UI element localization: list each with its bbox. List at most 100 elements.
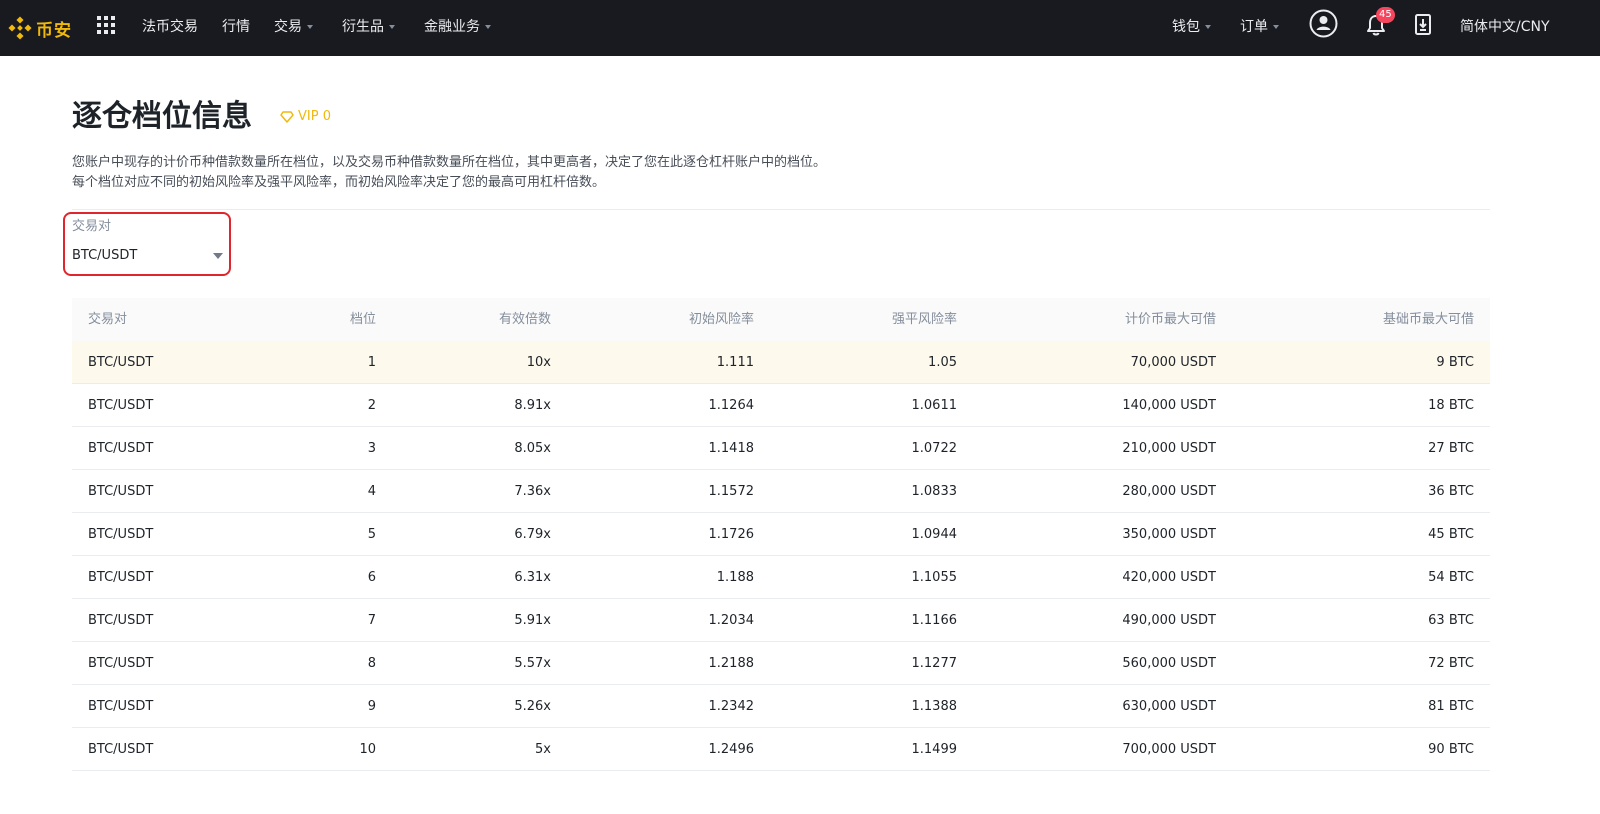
- cell-base-max-borrow: 45 BTC: [1428, 527, 1474, 542]
- cell-base-max-borrow: 72 BTC: [1428, 656, 1474, 671]
- cell-leverage: 5x: [535, 742, 551, 757]
- cell-initial-risk: 1.2496: [708, 742, 755, 757]
- trading-pair-select[interactable]: 交易对 BTC/USDT: [63, 212, 231, 276]
- cell-tier: 1: [367, 355, 376, 370]
- cell-quote-max-borrow: 140,000 USDT: [1122, 398, 1216, 413]
- cell-tier: 2: [367, 398, 376, 413]
- column-header-pair: 交易对: [88, 312, 128, 327]
- binance-logo[interactable]: 币安: [8, 13, 72, 43]
- column-header-quote-max-borrow: 计价币最大可借: [1124, 312, 1216, 327]
- cell-tier: 7: [367, 613, 376, 628]
- margin-tier-table: 交易对 档位 有效倍数 初始风险率 强平风险率 计价币最大可借 基础币最大可借 …: [72, 298, 1490, 771]
- cell-pair: BTC/USDT: [88, 699, 154, 714]
- nav-markets[interactable]: 行情: [222, 17, 250, 37]
- column-header-base-max-borrow: 基础币最大可借: [1382, 312, 1474, 327]
- nav-item-label: 法币交易: [142, 19, 198, 35]
- cell-tier: 10: [359, 742, 376, 757]
- cell-leverage: 5.91x: [514, 613, 551, 628]
- vip-level-badge: VIP 0: [280, 107, 331, 127]
- section-divider: [72, 209, 1490, 210]
- cell-base-max-borrow: 90 BTC: [1428, 742, 1474, 757]
- cell-base-max-borrow: 63 BTC: [1428, 613, 1474, 628]
- nav-item-label: 交易: [274, 19, 302, 35]
- nav-item-label: 行情: [222, 19, 250, 35]
- column-header-liquidation-risk: 强平风险率: [891, 312, 957, 327]
- cell-base-max-borrow: 18 BTC: [1428, 398, 1474, 413]
- nav-derivatives[interactable]: 衍生品: [342, 17, 395, 37]
- caret-down-icon: [389, 25, 395, 29]
- nav-item-label: 简体中文/CNY: [1460, 19, 1550, 35]
- description-line-2: 每个档位对应不同的初始风险率及强平风险率，而初始风险率决定了您的最高可用杠杆倍数…: [72, 175, 606, 190]
- cell-initial-risk: 1.2034: [708, 613, 755, 628]
- download-icon[interactable]: [1415, 14, 1431, 35]
- nav-trade[interactable]: 交易: [274, 17, 313, 37]
- top-navigation-bar: 币安 法币交易 行情 交易 衍生品 金融业务 钱包 订单 45 简体中文/CNY: [0, 0, 1600, 56]
- cell-quote-max-borrow: 420,000 USDT: [1122, 570, 1216, 585]
- cell-base-max-borrow: 36 BTC: [1428, 484, 1474, 499]
- cell-initial-risk: 1.1418: [708, 441, 755, 456]
- cell-leverage: 6.31x: [514, 570, 551, 585]
- caret-down-icon: [307, 25, 313, 29]
- table-row: BTC/USDT 4 7.36x 1.1572 1.0833 280,000 USDT 36…: [72, 470, 1490, 513]
- cell-initial-risk: 1.1264: [708, 398, 755, 413]
- caret-down-icon: [485, 25, 491, 29]
- column-header-tier: 档位: [349, 312, 376, 327]
- table-row: BTC/USDT 3 8.05x 1.1418 1.0722 210,000 USDT 27…: [72, 427, 1490, 470]
- cell-leverage: 8.05x: [514, 441, 551, 456]
- page-title: 逐仓档位信息: [72, 99, 252, 134]
- table-row: BTC/USDT 1 10x 1.111 1.05 70,000 USDT 9 BTC: [72, 341, 1490, 384]
- cell-quote-max-borrow: 700,000 USDT: [1122, 742, 1216, 757]
- nav-item-label: 金融业务: [424, 19, 480, 35]
- vip-label: VIP 0: [298, 109, 331, 124]
- trading-pair-label: 交易对: [72, 219, 112, 234]
- cell-initial-risk: 1.1572: [708, 484, 755, 499]
- cell-pair: BTC/USDT: [88, 484, 154, 499]
- cell-quote-max-borrow: 490,000 USDT: [1122, 613, 1216, 628]
- cell-quote-max-borrow: 70,000 USDT: [1130, 355, 1216, 370]
- table-row: BTC/USDT 9 5.26x 1.2342 1.1388 630,000 USDT 81…: [72, 685, 1490, 728]
- cell-base-max-borrow: 9 BTC: [1436, 355, 1474, 370]
- cell-tier: 8: [367, 656, 376, 671]
- nav-item-label: 钱包: [1172, 19, 1200, 35]
- description-line-1: 您账户中现存的计价币种借款数量所在档位，以及交易币种借款数量所在档位，其中更高者…: [72, 155, 827, 170]
- cell-leverage: 8.91x: [514, 398, 551, 413]
- cell-liquidation-risk: 1.0722: [911, 441, 958, 456]
- cell-liquidation-risk: 1.0611: [911, 398, 958, 413]
- table-row: BTC/USDT 8 5.57x 1.2188 1.1277 560,000 USDT 72…: [72, 642, 1490, 685]
- cell-quote-max-borrow: 350,000 USDT: [1122, 527, 1216, 542]
- nav-wallet[interactable]: 钱包: [1172, 17, 1211, 37]
- nav-fiat-trading[interactable]: 法币交易: [142, 17, 198, 37]
- cell-liquidation-risk: 1.0944: [911, 527, 958, 542]
- cell-liquidation-risk: 1.1055: [911, 570, 958, 585]
- cell-pair: BTC/USDT: [88, 613, 154, 628]
- cell-pair: BTC/USDT: [88, 527, 154, 542]
- trading-pair-value: BTC/USDT: [72, 248, 138, 263]
- nav-orders[interactable]: 订单: [1240, 17, 1279, 37]
- cell-leverage: 5.26x: [514, 699, 551, 714]
- logo-text: 币安: [36, 20, 72, 41]
- cell-quote-max-borrow: 280,000 USDT: [1122, 484, 1216, 499]
- cell-base-max-borrow: 81 BTC: [1428, 699, 1474, 714]
- cell-liquidation-risk: 1.05: [928, 355, 957, 370]
- cell-leverage: 10x: [526, 355, 551, 370]
- notification-count-badge: 45: [1376, 7, 1395, 23]
- nav-finance[interactable]: 金融业务: [424, 17, 491, 37]
- column-header-leverage: 有效倍数: [498, 312, 551, 327]
- table-row: BTC/USDT 5 6.79x 1.1726 1.0944 350,000 USDT 45…: [72, 513, 1490, 556]
- cell-pair: BTC/USDT: [88, 742, 154, 757]
- language-currency-selector[interactable]: 简体中文/CNY: [1460, 17, 1550, 37]
- binance-diamond-icon: [8, 16, 32, 40]
- grid-icon[interactable]: [97, 16, 115, 34]
- cell-tier: 4: [367, 484, 376, 499]
- cell-pair: BTC/USDT: [88, 656, 154, 671]
- nav-item-label: 衍生品: [342, 19, 384, 35]
- cell-tier: 9: [367, 699, 376, 714]
- cell-tier: 5: [367, 527, 376, 542]
- user-icon[interactable]: [1309, 9, 1338, 38]
- cell-base-max-borrow: 54 BTC: [1428, 570, 1474, 585]
- nav-item-label: 订单: [1240, 19, 1268, 35]
- cell-quote-max-borrow: 210,000 USDT: [1122, 441, 1216, 456]
- cell-pair: BTC/USDT: [88, 570, 154, 585]
- caret-down-icon: [1205, 25, 1211, 29]
- cell-liquidation-risk: 1.0833: [911, 484, 958, 499]
